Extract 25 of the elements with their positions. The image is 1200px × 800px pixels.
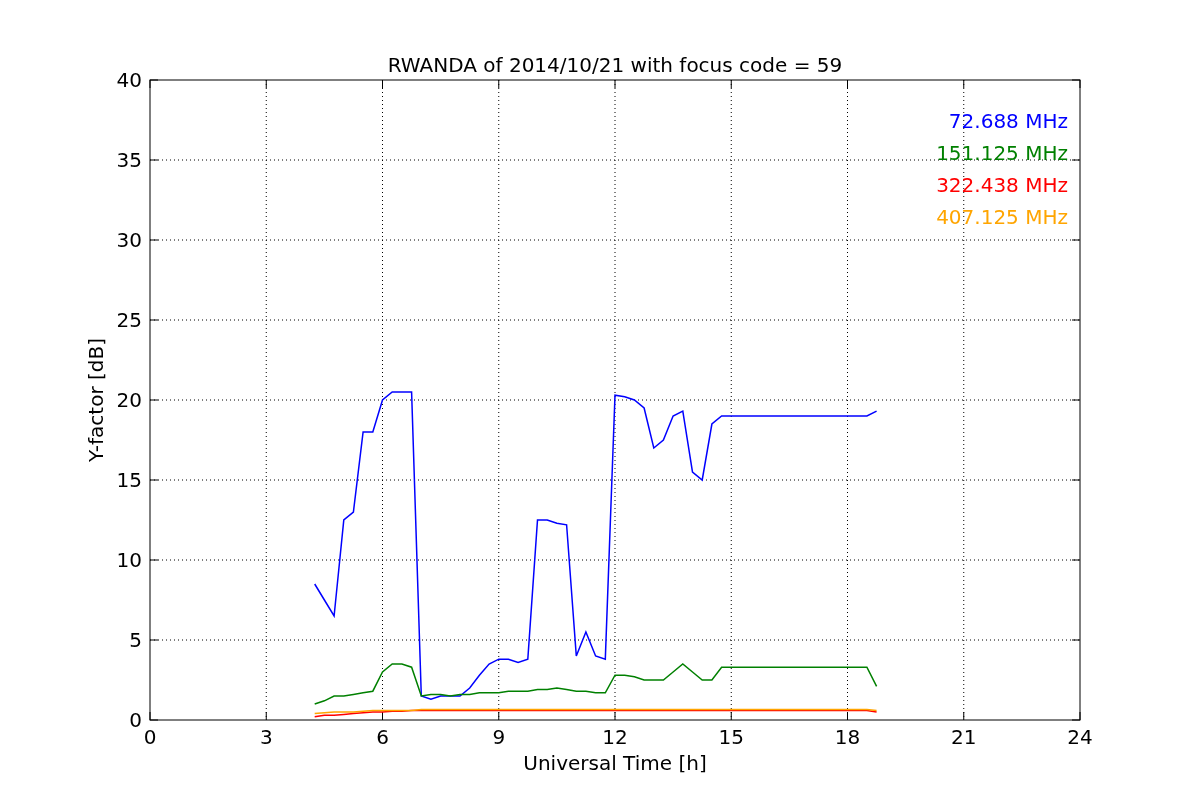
x-tick-label: 0 (143, 725, 157, 749)
y-tick-label: 30 (116, 228, 142, 252)
y-tick-label: 10 (116, 548, 142, 572)
y-tick-label: 40 (116, 68, 142, 92)
y-tick-label: 25 (116, 308, 142, 332)
y-axis-label: Y-factor [dB] (84, 338, 108, 462)
x-tick-label: 9 (492, 725, 506, 749)
y-tick-label: 0 (129, 708, 142, 732)
legend-label: 151.125 MHz (936, 141, 1068, 165)
legend-label: 72.688 MHz (948, 109, 1068, 133)
x-tick-label: 6 (376, 725, 389, 749)
x-tick-label: 12 (602, 725, 628, 749)
x-tick-label: 3 (259, 725, 273, 749)
y-tick-label: 35 (116, 148, 142, 172)
legend-label: 407.125 MHz (936, 205, 1068, 229)
x-axis-label: Universal Time [h] (523, 751, 707, 775)
legend-label: 322.438 MHz (936, 173, 1068, 197)
chart-title: RWANDA of 2014/10/21 with focus code = 59 (387, 53, 843, 77)
x-tick-label: 21 (951, 725, 977, 749)
y-tick-label: 5 (129, 628, 142, 652)
x-tick-label: 18 (834, 725, 861, 749)
y-tick-label: 15 (116, 468, 142, 492)
x-tick-label: 24 (1067, 725, 1093, 749)
x-tick-label: 15 (718, 725, 744, 749)
y-tick-label: 20 (116, 388, 142, 412)
